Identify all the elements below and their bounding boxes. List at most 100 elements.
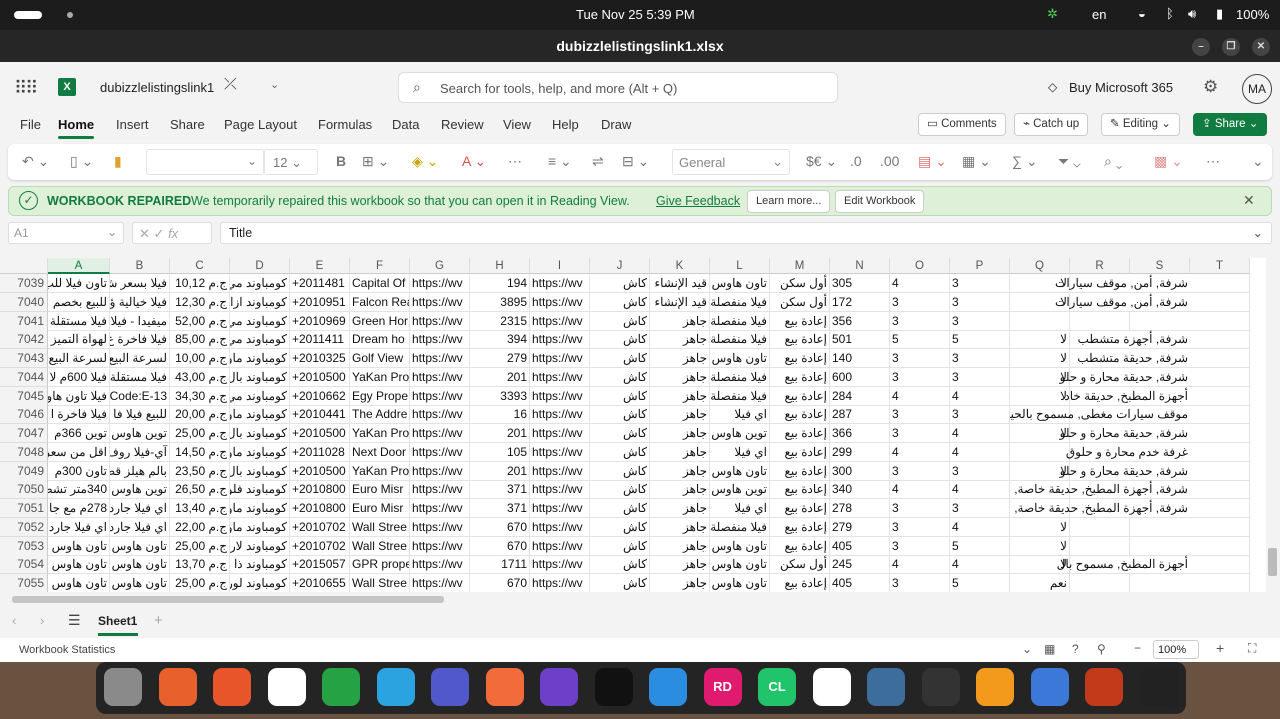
- cell-D7046[interactable]: كومباوند ماو: [230, 405, 290, 425]
- cell-L7050[interactable]: توين هاوس: [710, 480, 770, 500]
- cell-K7053[interactable]: جاهز: [650, 536, 710, 556]
- cell-J7052[interactable]: كاش: [590, 517, 650, 537]
- cell-F7040[interactable]: Falcon Rea: [350, 292, 410, 312]
- cell-H7054[interactable]: 1711: [470, 555, 530, 575]
- cell-C7053[interactable]: ج.م 25,00: [170, 536, 230, 556]
- cell-N7046[interactable]: 287: [830, 405, 890, 425]
- cell-O7050[interactable]: 4: [890, 480, 950, 500]
- cell-I7053[interactable]: https://wv: [530, 536, 590, 556]
- cell-N7039[interactable]: 305: [830, 274, 890, 293]
- cell-I7052[interactable]: https://wv: [530, 517, 590, 537]
- cell-H7050[interactable]: 371: [470, 480, 530, 500]
- cell-O7045[interactable]: 4: [890, 386, 950, 406]
- cell-M7041[interactable]: إعادة بيع: [770, 311, 830, 331]
- cell-M7044[interactable]: إعادة بيع: [770, 367, 830, 387]
- cell-M7052[interactable]: إعادة بيع: [770, 517, 830, 537]
- horizontal-scroll-thumb[interactable]: [12, 596, 444, 603]
- font-size-select[interactable]: 12 ⌄: [264, 149, 318, 175]
- cell-F7053[interactable]: Wall Stree: [350, 536, 410, 556]
- tab-help[interactable]: Help: [552, 117, 579, 132]
- name-box[interactable]: A1 ⌄: [8, 222, 124, 244]
- format-as-table-icon[interactable]: ▦ ⌄: [962, 153, 991, 170]
- cell-L7042[interactable]: فيلا منفصلة: [710, 330, 770, 350]
- cell-J7050[interactable]: كاش: [590, 480, 650, 500]
- feedback-icon[interactable]: ⚲: [1097, 642, 1106, 656]
- zoom-in-icon[interactable]: +: [1216, 640, 1224, 656]
- column-header-H[interactable]: H: [470, 258, 530, 274]
- cell-D7042[interactable]: كومباوند مي: [230, 330, 290, 350]
- cell-F7039[interactable]: Capital Of: [350, 274, 410, 293]
- find-icon[interactable]: ⌕ ⌄: [1104, 153, 1122, 170]
- row-header[interactable]: 7052: [0, 517, 48, 537]
- cell-M7054[interactable]: أول سكن: [770, 555, 830, 575]
- cell-I7048[interactable]: https://wv: [530, 442, 590, 462]
- cell-C7046[interactable]: ج.م 20,00: [170, 405, 230, 425]
- cell-C7051[interactable]: ج.م 13,40: [170, 499, 230, 518]
- column-header-S[interactable]: S: [1130, 258, 1190, 274]
- cell-E7053[interactable]: +2010702: [290, 536, 350, 556]
- cell-D7054[interactable]: كومباوند ذا: [230, 555, 290, 575]
- decrease-decimal-icon[interactable]: .00: [880, 153, 899, 169]
- cell-O7051[interactable]: 3: [890, 499, 950, 518]
- share-button[interactable]: ⇪ Share ⌄: [1193, 113, 1268, 136]
- cell-H7055[interactable]: 670: [470, 574, 530, 592]
- cell-D7044[interactable]: كومباوند بال: [230, 367, 290, 387]
- tab-home[interactable]: Home: [58, 117, 94, 132]
- cell-H7041[interactable]: 2315: [470, 311, 530, 331]
- collapse-ribbon-icon[interactable]: ⌄: [1252, 153, 1264, 170]
- cell-P7045[interactable]: 4: [950, 386, 1010, 406]
- cell-L7052[interactable]: فيلا منفصلة: [710, 517, 770, 537]
- cell-A7054[interactable]: تاون هاوس: [48, 555, 110, 575]
- cell-B7055[interactable]: تاون هاوس: [110, 574, 170, 592]
- cell-N7050[interactable]: 340: [830, 480, 890, 500]
- cell-T7054[interactable]: [1190, 555, 1250, 575]
- cell-G7051[interactable]: https://wv: [410, 499, 470, 518]
- cell-T7053[interactable]: [1190, 536, 1250, 556]
- avatar[interactable]: MA: [1242, 74, 1272, 104]
- all-sheets-menu-icon[interactable]: ☰: [68, 612, 81, 629]
- cell-O7046[interactable]: 3: [890, 405, 950, 425]
- column-header-L[interactable]: L: [710, 258, 770, 274]
- cell-C7042[interactable]: ج.م 85,00: [170, 330, 230, 350]
- cell-A7048[interactable]: اقل من سعر: [48, 442, 110, 462]
- cell-C7043[interactable]: ج.م 10,00: [170, 349, 230, 368]
- dock-draw-io-icon[interactable]: [976, 668, 1014, 706]
- cell-K7040[interactable]: قيد الإنشاء: [650, 292, 710, 312]
- cell-B7042[interactable]: فيلا فاخرة ع: [110, 330, 170, 350]
- cell-P7046[interactable]: 3: [950, 405, 1010, 425]
- cell-P7041[interactable]: 3: [950, 311, 1010, 331]
- cell-K7041[interactable]: جاهز: [650, 311, 710, 331]
- cell-L7041[interactable]: فيلا منفصلة: [710, 311, 770, 331]
- more-options-icon[interactable]: ⋯: [1206, 153, 1220, 170]
- cell-E7051[interactable]: +2010800: [290, 499, 350, 518]
- row-header[interactable]: 7039: [0, 274, 48, 293]
- file-options-chevron-icon[interactable]: ⌄: [270, 78, 279, 91]
- dock-rider-icon[interactable]: RD: [703, 668, 742, 706]
- column-header-C[interactable]: C: [170, 258, 230, 274]
- cell-F7049[interactable]: YaKan Pro: [350, 461, 410, 481]
- formula-input[interactable]: Title ⌄: [220, 222, 1272, 244]
- cell-K7055[interactable]: جاهز: [650, 574, 710, 592]
- column-header-K[interactable]: K: [650, 258, 710, 274]
- row-header[interactable]: 7054: [0, 555, 48, 575]
- cell-M7045[interactable]: إعادة بيع: [770, 386, 830, 406]
- cell-D7050[interactable]: كومباوند فلو: [230, 480, 290, 500]
- cell-P7051[interactable]: 3: [950, 499, 1010, 518]
- cell-G7053[interactable]: https://wv: [410, 536, 470, 556]
- cell-P7050[interactable]: 4: [950, 480, 1010, 500]
- row-header[interactable]: 7047: [0, 424, 48, 443]
- cell-E7052[interactable]: +2010702: [290, 517, 350, 537]
- zoom-select[interactable]: 100% ⌄: [1153, 640, 1199, 669]
- cell-H7047[interactable]: 201: [470, 424, 530, 443]
- cell-F7046[interactable]: The Addre: [350, 405, 410, 425]
- cell-I7043[interactable]: https://wv: [530, 349, 590, 368]
- number-format-select[interactable]: General ⌄: [672, 149, 790, 175]
- cell-T7042[interactable]: [1190, 330, 1250, 350]
- cell-P7055[interactable]: 5: [950, 574, 1010, 592]
- app-launcher-icon[interactable]: ⠿⠿: [14, 78, 38, 99]
- cell-D7052[interactable]: كومباوند ماو: [230, 517, 290, 537]
- cell-H7046[interactable]: 16: [470, 405, 530, 425]
- cell-T7043[interactable]: [1190, 349, 1250, 368]
- cell-F7041[interactable]: Green Hor: [350, 311, 410, 331]
- cell-G7040[interactable]: https://wv: [410, 292, 470, 312]
